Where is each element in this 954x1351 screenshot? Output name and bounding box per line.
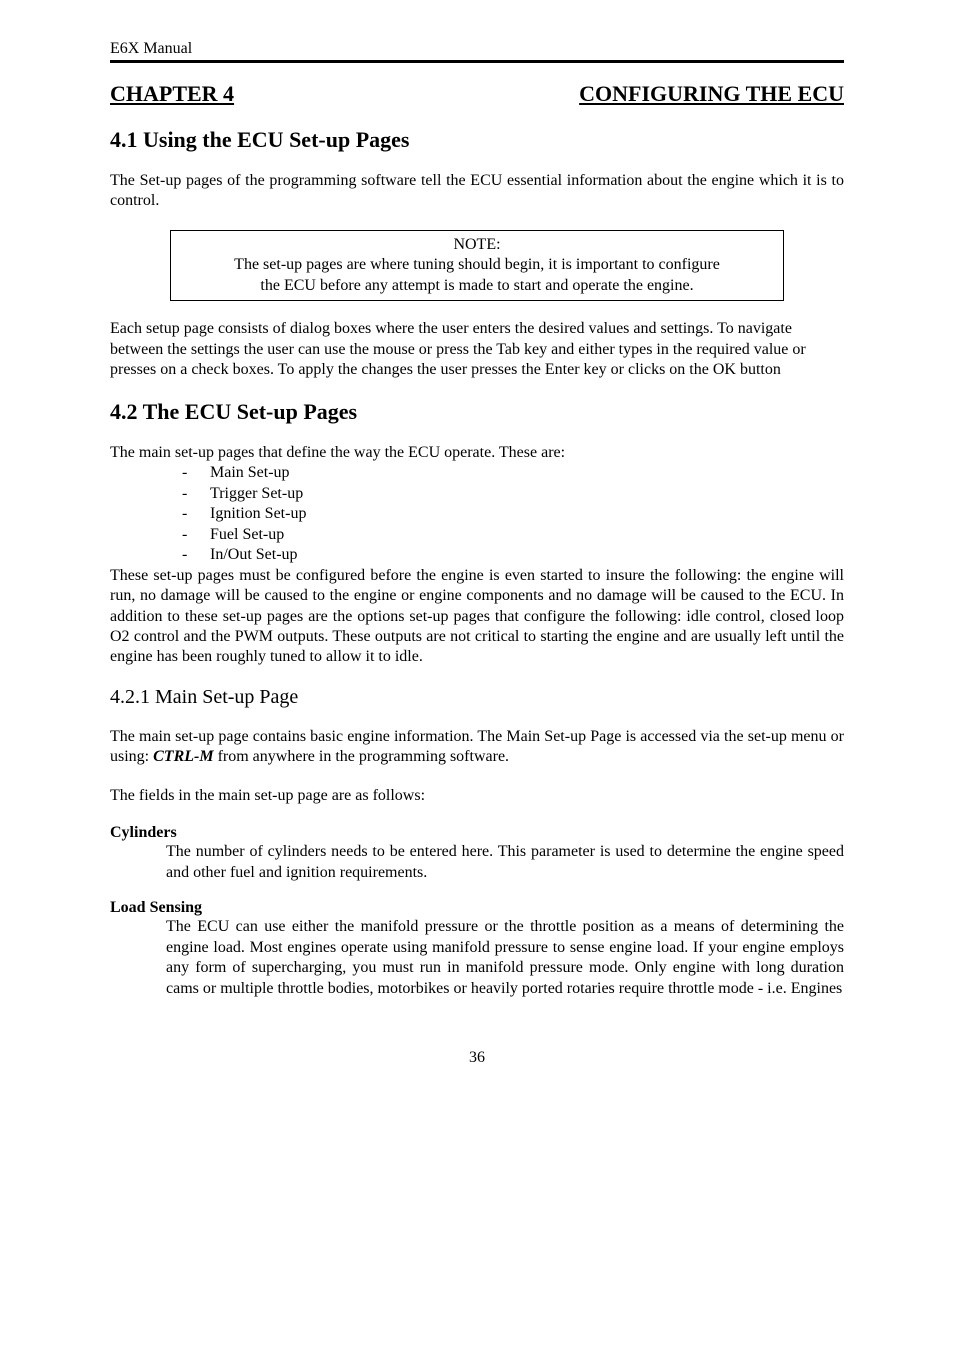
list-item: In/Out Set-up [182,545,844,565]
note-line1: The set-up pages are where tuning should… [183,255,771,275]
defn-load-sensing: The ECU can use either the manifold pres… [166,917,844,999]
term-cylinders: Cylinders [110,824,844,842]
running-header: E6X Manual [110,40,844,58]
sec41-p2: Each setup page consists of dialog boxes… [110,319,844,380]
note-title: NOTE: [183,235,771,255]
sec42-intro: The main set-up pages that define the wa… [110,443,844,463]
list-item: Ignition Set-up [182,504,844,524]
chapter-title: CONFIGURING THE ECU [579,81,844,107]
header-rule [110,60,844,63]
list-item: Main Set-up [182,463,844,483]
note-line2: the ECU before any attempt is made to st… [183,276,771,296]
note-box: NOTE: The set-up pages are where tuning … [170,230,784,301]
sec42-p1: These set-up pages must be configured be… [110,566,844,668]
section-4-2-heading: 4.2 The ECU Set-up Pages [110,399,844,425]
page-number: 36 [110,1049,844,1067]
sec42-bullets: Main Set-up Trigger Set-up Ignition Set-… [182,463,844,565]
list-item: Trigger Set-up [182,484,844,504]
chapter-heading: CHAPTER 4 CONFIGURING THE ECU [110,81,844,107]
sec421-ctrlm: CTRL-M [153,748,213,765]
list-item: Fuel Set-up [182,525,844,545]
sec421-p1-c: from anywhere in the programming softwar… [214,748,509,765]
sec421-p2: The fields in the main set-up page are a… [110,786,844,806]
section-4-1-heading: 4.1 Using the ECU Set-up Pages [110,127,844,153]
chapter-label: CHAPTER 4 [110,81,234,107]
defn-cylinders: The number of cylinders needs to be ente… [166,842,844,883]
header-left: E6X Manual [110,40,192,58]
page: E6X Manual CHAPTER 4 CONFIGURING THE ECU… [0,0,954,1351]
section-4-2-1-heading: 4.2.1 Main Set-up Page [110,686,844,709]
term-load-sensing: Load Sensing [110,899,844,917]
sec41-p1: The Set-up pages of the programming soft… [110,171,844,212]
sec421-p1: The main set-up page contains basic engi… [110,727,844,768]
